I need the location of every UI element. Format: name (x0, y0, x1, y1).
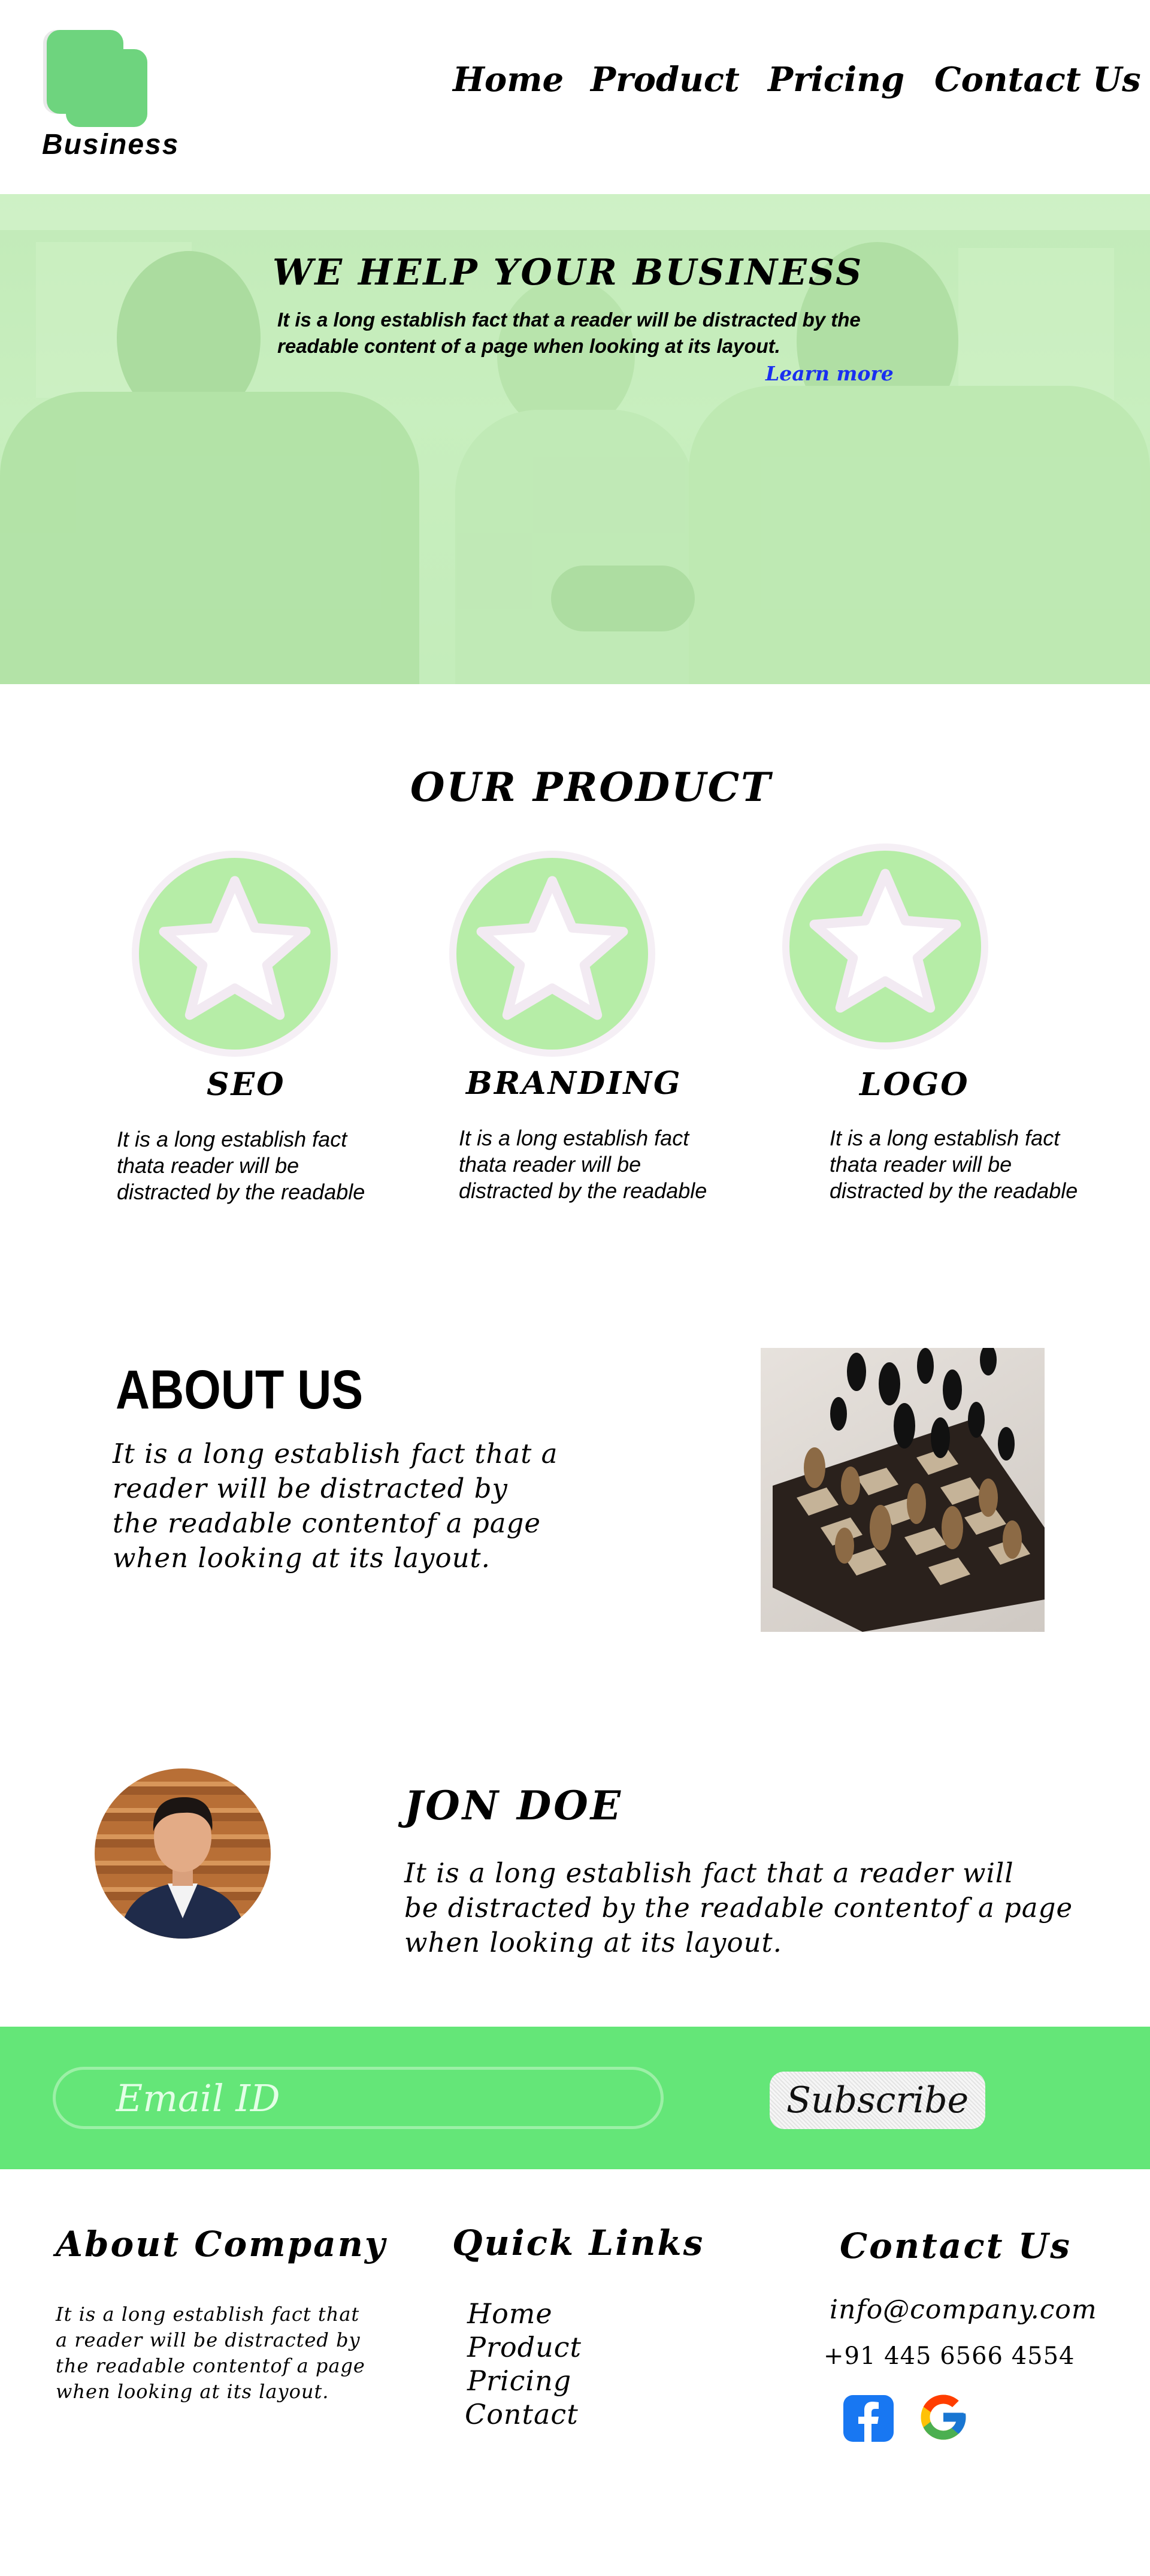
email-input[interactable] (53, 2067, 664, 2129)
product-title: BRANDING (466, 1065, 682, 1102)
chess-image (761, 1348, 1045, 1632)
contact-email[interactable]: info@company.com (830, 2294, 1097, 2325)
about-text: It is a long establish fact that a reade… (113, 1438, 558, 1574)
products-title: OUR PRODUCT (410, 764, 773, 811)
star-icon (476, 876, 628, 1020)
person-name: JON DOE (404, 1782, 624, 1829)
footer-contact-title: Contact Us (840, 2226, 1072, 2266)
nav-home-link[interactable]: Home (453, 60, 564, 99)
hero-text: It is a long establish fact that a reade… (277, 309, 861, 357)
nav-pricing-link[interactable]: Pricing (768, 60, 904, 99)
profile-avatar (95, 1768, 271, 1939)
footer-links-title: Quick Links (452, 2223, 705, 2263)
product-title: LOGO (860, 1066, 970, 1103)
product-circle (789, 851, 981, 1042)
site-logo[interactable]: Business (0, 0, 192, 174)
nav-contact-link[interactable]: Contact Us (934, 60, 1141, 99)
footer-about-title: About Company (56, 2224, 387, 2264)
subscribe-button[interactable]: Subscribe (770, 2072, 985, 2129)
product-text: It is a long establish fact thata reader… (459, 1126, 707, 1203)
star-icon (809, 869, 961, 1013)
footer-link-product[interactable]: Product (467, 2331, 582, 2363)
footer-link-pricing[interactable]: Pricing (467, 2365, 571, 2397)
learn-more-link[interactable]: Learn more (765, 362, 894, 385)
person-bio: It is a long establish fact that a reade… (404, 1857, 1073, 1958)
product-circle (456, 858, 648, 1050)
nav-product-link[interactable]: Product (591, 60, 740, 99)
logo-text: Business (42, 129, 180, 161)
hero-title: WE HELP YOUR BUSINESS (273, 252, 864, 294)
chessboard-illustration (773, 1348, 1045, 1632)
product-text: It is a long establish fact thata reader… (830, 1126, 1078, 1203)
footer-link-contact[interactable]: Contact (465, 2398, 579, 2430)
star-icon (159, 876, 311, 1020)
product-text: It is a long establish fact thata reader… (117, 1127, 365, 1204)
about-title: ABOUT US (116, 1359, 364, 1420)
product-circle (139, 858, 331, 1050)
footer-link-home[interactable]: Home (467, 2297, 553, 2330)
logo-mark-front (66, 49, 147, 127)
facebook-icon[interactable] (843, 2395, 894, 2442)
contact-phone: +91 445 6566 4554 (824, 2342, 1075, 2370)
person-photo (119, 1797, 247, 1939)
footer-about-text: It is a long establish fact that a reade… (56, 2303, 365, 2403)
google-icon[interactable] (916, 2390, 970, 2444)
product-title: SEO (207, 1066, 286, 1103)
